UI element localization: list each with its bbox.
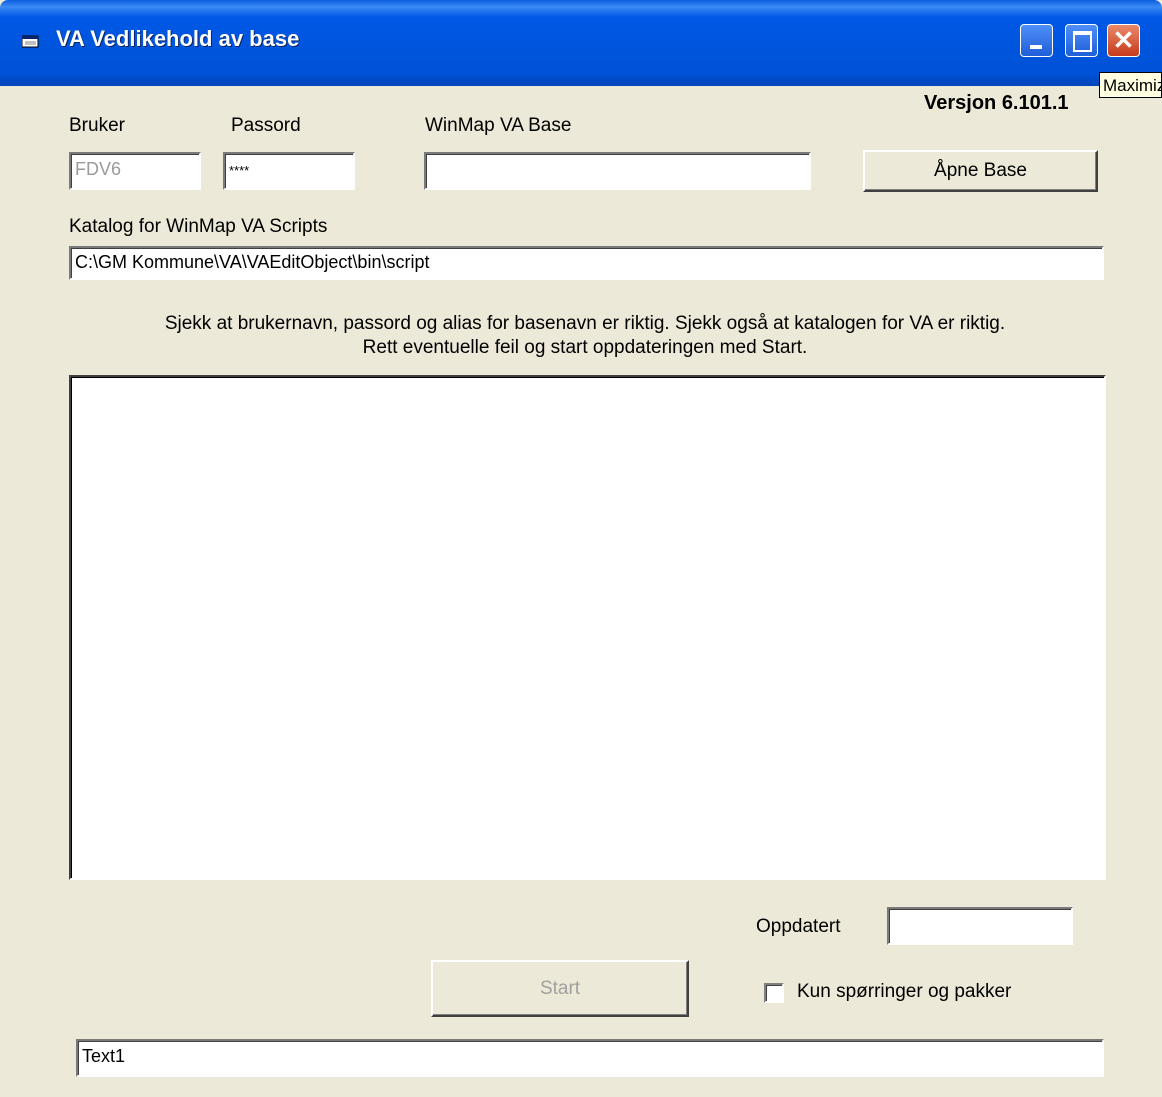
status-text-field[interactable]: Text1 [76,1039,1104,1077]
scripts-path-field[interactable]: C:\GM Kommune\VA\VAEditObject\bin\script [69,246,1104,280]
maximize-tooltip: Maximize [1099,72,1162,98]
info-line-1: Sjekk at brukernavn, passord og alias fo… [164,313,1006,334]
only-queries-label[interactable]: Kun spørringer og pakker [797,981,1011,1003]
close-icon: ✕ [1112,25,1135,55]
start-button[interactable]: Start [431,960,689,1017]
app-icon [22,35,39,48]
user-field[interactable]: FDV6 [69,152,201,190]
base-label: WinMap VA Base [425,115,572,136]
title-bar[interactable]: VA Vedlikehold av base ✕ [0,0,1162,86]
log-listbox[interactable] [69,375,1106,880]
password-field[interactable]: **** [223,152,355,190]
user-label: Bruker [69,115,125,136]
maximize-icon [1073,31,1092,52]
updated-label: Oppdatert [756,916,841,937]
only-queries-checkbox[interactable] [764,983,784,1003]
minimize-icon [1030,45,1042,49]
minimize-button[interactable] [1020,24,1053,57]
close-button[interactable]: ✕ [1107,24,1140,57]
info-text: Sjekk at brukernavn, passord og alias fo… [70,312,1100,360]
main-window: VA Vedlikehold av base ✕ Maximize Versjo… [0,0,1162,1097]
base-field[interactable] [424,152,811,190]
info-line-2: Rett eventuelle feil og start oppdaterin… [362,337,808,358]
maximize-button[interactable] [1065,24,1098,57]
updated-field[interactable] [887,907,1073,945]
password-label: Passord [231,115,301,136]
open-base-button[interactable]: Åpne Base [863,150,1098,192]
scripts-label: Katalog for WinMap VA Scripts [69,216,328,237]
version-label: Versjon 6.101.1 [924,92,1069,114]
window-title: VA Vedlikehold av base [56,26,300,51]
